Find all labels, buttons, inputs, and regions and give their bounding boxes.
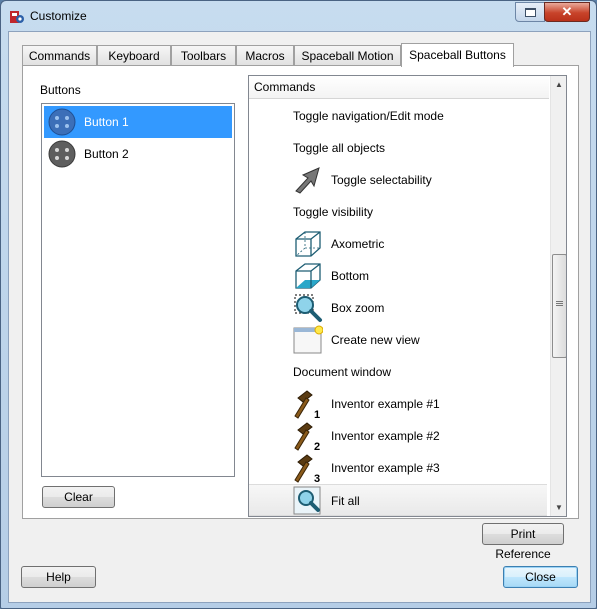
svg-text:3: 3: [314, 473, 320, 483]
spaceball-button-icon: [48, 108, 76, 136]
scroll-down-arrow-icon[interactable]: ▼: [551, 499, 566, 516]
command-item[interactable]: Create new view: [249, 324, 547, 356]
category-label: Toggle navigation/Edit mode: [293, 109, 444, 123]
svg-text:2: 2: [314, 441, 320, 451]
fit-all-icon: [293, 486, 321, 515]
command-label: Fit all: [331, 494, 360, 508]
customize-dialog: Customize ✕ Commands Keyboard Toolbars M…: [0, 0, 597, 609]
help-button[interactable]: Help: [21, 566, 96, 588]
command-label: Inventor example #3: [331, 461, 440, 475]
scroll-up-arrow-icon[interactable]: ▲: [551, 76, 566, 93]
command-item[interactable]: Toggle selectability: [249, 164, 547, 196]
tab-toolbars[interactable]: Toolbars: [171, 45, 236, 65]
print-reference-button[interactable]: Print Reference: [482, 523, 564, 561]
hammer-2-icon: 2: [294, 422, 320, 451]
spaceball-buttons-panel: Buttons Button 1 Button 2 Clear Commands…: [22, 65, 579, 519]
axometric-cube-icon: [295, 231, 321, 257]
command-label: Axometric: [331, 237, 385, 251]
category-label: Document window: [293, 365, 392, 379]
title-bar[interactable]: Customize ✕: [1, 1, 596, 31]
category-label: Toggle all objects: [293, 141, 386, 155]
tab-macros[interactable]: Macros: [236, 45, 294, 65]
arrow-cursor-icon: [295, 167, 320, 194]
tab-commands[interactable]: Commands: [22, 45, 97, 65]
restore-icon: [525, 8, 536, 17]
bottom-view-cube-icon: [295, 263, 321, 289]
command-label: Inventor example #2: [331, 429, 440, 443]
command-label: Toggle selectability: [331, 173, 432, 187]
list-item[interactable]: Button 1: [44, 106, 232, 138]
list-item[interactable]: Button 2: [44, 138, 232, 170]
dialog-body: Commands Keyboard Toolbars Macros Spaceb…: [8, 31, 591, 603]
command-item[interactable]: Bottom: [249, 260, 547, 292]
tab-keyboard[interactable]: Keyboard: [97, 45, 171, 65]
command-label: Bottom: [331, 269, 370, 283]
list-item-label: Button 2: [84, 147, 129, 161]
command-item[interactable]: 3 Inventor example #3: [249, 452, 547, 484]
scroll-thumb[interactable]: [552, 254, 566, 358]
svg-text:1: 1: [314, 409, 320, 419]
close-button[interactable]: Close: [503, 566, 578, 588]
buttons-label: Buttons: [40, 83, 81, 97]
commands-scrollbar[interactable]: ▲ ▼: [550, 76, 566, 516]
window-title: Customize: [30, 9, 87, 23]
category-label: Toggle visibility: [293, 205, 374, 219]
buttons-list[interactable]: Button 1 Button 2: [41, 103, 235, 477]
freecad-app-icon: [10, 11, 24, 23]
commands-tree[interactable]: Commands Toggle navigation/Edit mode Tog…: [248, 75, 567, 517]
category-item[interactable]: Document window: [249, 356, 547, 388]
new-view-icon: [293, 325, 323, 354]
command-item[interactable]: Fit all: [249, 484, 547, 516]
restore-button[interactable]: [515, 2, 545, 22]
command-label: Create new view: [331, 333, 420, 347]
list-item-label: Button 1: [84, 115, 129, 129]
command-item[interactable]: 1 Inventor example #1: [249, 388, 547, 420]
command-item[interactable]: Axometric: [249, 228, 547, 260]
hammer-1-icon: 1: [294, 390, 320, 419]
commands-header[interactable]: Commands: [249, 76, 549, 99]
window-close-button[interactable]: ✕: [544, 2, 590, 22]
grip-icon: [556, 301, 563, 302]
command-label: Inventor example #1: [331, 397, 440, 411]
command-item[interactable]: 2 Inventor example #2: [249, 420, 547, 452]
commands-header-label: Commands: [254, 80, 316, 94]
category-item[interactable]: Toggle all objects: [249, 132, 547, 164]
hammer-3-icon: 3: [294, 454, 320, 483]
command-label: Box zoom: [331, 301, 385, 315]
tab-spaceball-motion[interactable]: Spaceball Motion: [294, 45, 401, 65]
command-item[interactable]: Box zoom: [249, 292, 547, 324]
category-item[interactable]: Toggle visibility: [249, 196, 547, 228]
category-item[interactable]: Toggle navigation/Edit mode: [249, 100, 547, 132]
clear-button[interactable]: Clear: [42, 486, 115, 508]
box-zoom-icon: [294, 294, 322, 322]
spaceball-button-icon: [48, 140, 76, 168]
tab-spaceball-buttons[interactable]: Spaceball Buttons: [401, 43, 514, 67]
